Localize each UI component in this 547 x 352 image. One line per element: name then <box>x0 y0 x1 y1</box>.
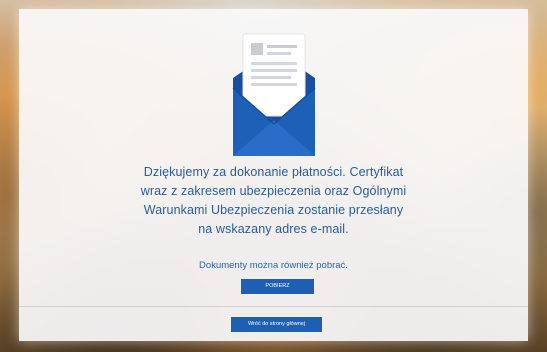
message-line-1: Dziękujemy za dokonanie płatności. Certy… <box>143 165 404 179</box>
payment-confirmation-message: Dziękujemy za dokonanie płatności. Certy… <box>49 163 498 239</box>
confirmation-card: Dziękujemy za dokonanie płatności. Certy… <box>19 9 528 341</box>
envelope-with-letter-icon <box>211 28 337 158</box>
divider <box>19 306 528 307</box>
message-line-2: wraz z zakresem ubezpieczenia oraz Ogóln… <box>140 184 407 198</box>
back-to-home-button[interactable]: Wróć do strony głównej <box>231 317 322 332</box>
download-button[interactable]: POBIERZ <box>241 279 314 294</box>
background-photo: Dziękujemy za dokonanie płatności. Certy… <box>0 0 547 352</box>
download-note: Dokumenty można również pobrać. <box>199 260 348 271</box>
message-line-3: Warunkami Ubezpieczenia zostanie przesła… <box>143 203 404 217</box>
message-line-4: na wskazany adres e-mail. <box>198 222 349 236</box>
